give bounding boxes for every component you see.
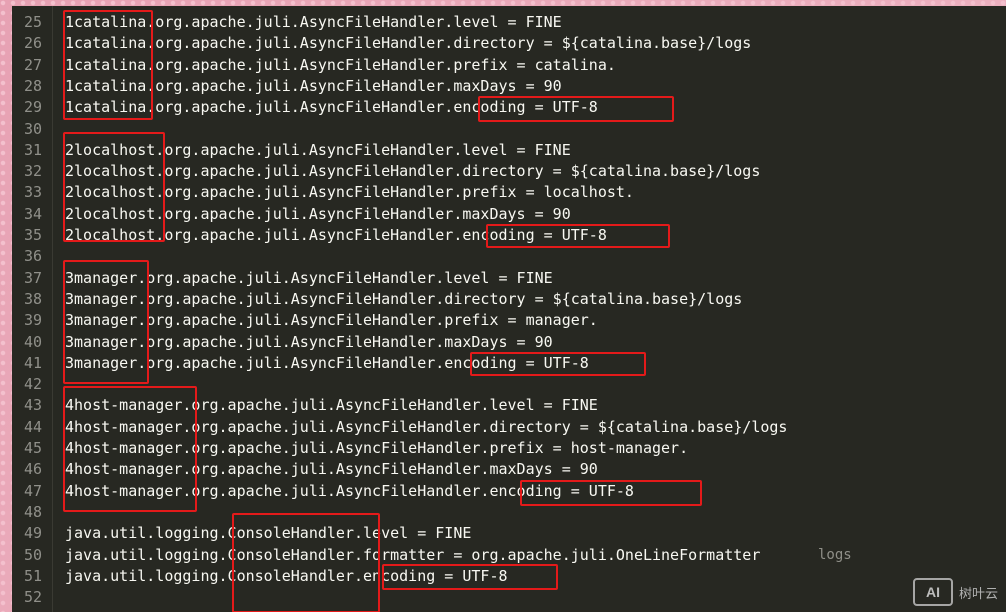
code-editor[interactable]: 25 1catalina.org.apache.juli.AsyncFileHan… — [12, 6, 1006, 612]
line-number: 34 — [23, 204, 42, 223]
line-number: 51 — [23, 566, 42, 585]
code-line[interactable]: 47 4host-manager.org.apache.juli.AsyncFil… — [12, 481, 1006, 502]
line-number: 50 — [23, 545, 42, 564]
line-number: 52 — [23, 588, 42, 607]
line-50-overflow-text: logs — [818, 546, 852, 563]
code-line[interactable]: 32 2localhost.org.apache.juli.AsyncFileHa… — [12, 161, 1006, 182]
code-line[interactable]: 51 java.util.logging.ConsoleHandler.encod… — [12, 566, 1006, 587]
code-line[interactable]: 39 3manager.org.apache.juli.AsyncFileHand… — [12, 310, 1006, 331]
code-text: 1catalina.org.apache.juli.AsyncFileHandl… — [65, 13, 562, 31]
code-line[interactable]: 45 4host-manager.org.apache.juli.AsyncFil… — [12, 438, 1006, 459]
code-line[interactable]: 38 3manager.org.apache.juli.AsyncFileHand… — [12, 289, 1006, 310]
code-line[interactable]: 26 1catalina.org.apache.juli.AsyncFileHan… — [12, 33, 1006, 54]
code-text: java.util.logging.ConsoleHandler.encodin… — [65, 566, 508, 585]
code-line[interactable]: 44 4host-manager.org.apache.juli.AsyncFil… — [12, 417, 1006, 438]
code-text: java.util.logging.ConsoleHandler.formatt… — [65, 545, 761, 564]
code-text: 2localhost.org.apache.juli.AsyncFileHand… — [65, 226, 607, 244]
code-text: 2localhost.org.apache.juli.AsyncFileHand… — [65, 204, 571, 223]
code-text: 4host-manager.org.apache.juli.AsyncFileH… — [65, 481, 634, 500]
code-text: 3manager.org.apache.juli.AsyncFileHandle… — [65, 311, 598, 330]
line-number: 35 — [23, 226, 42, 244]
code-text: java.util.logging.ConsoleHandler.level =… — [65, 524, 472, 543]
code-line[interactable]: 28 1catalina.org.apache.juli.AsyncFileHan… — [12, 76, 1006, 97]
code-line[interactable]: 42 — [12, 374, 1006, 395]
line-number: 40 — [23, 332, 42, 351]
code-line[interactable]: 52 — [12, 587, 1006, 608]
code-text: 4host-manager.org.apache.juli.AsyncFileH… — [65, 460, 598, 479]
code-line[interactable]: 30 — [12, 119, 1006, 140]
line-number: 25 — [23, 13, 42, 31]
code-text: 1catalina.org.apache.juli.AsyncFileHandl… — [65, 55, 616, 74]
code-line[interactable]: 40 3manager.org.apache.juli.AsyncFileHand… — [12, 332, 1006, 353]
line-number: 37 — [23, 268, 42, 287]
line-number: 28 — [23, 76, 42, 95]
code-text: 1catalina.org.apache.juli.AsyncFileHandl… — [65, 98, 598, 117]
code-line[interactable]: 37 3manager.org.apache.juli.AsyncFileHand… — [12, 268, 1006, 289]
code-line[interactable]: 35 2localhost.org.apache.juli.AsyncFileHa… — [12, 225, 1006, 246]
line-number: 30 — [23, 119, 42, 138]
line-number: 47 — [23, 481, 42, 500]
line-number: 38 — [23, 289, 42, 308]
code-line[interactable]: 48 — [12, 502, 1006, 523]
line-number: 27 — [23, 55, 42, 74]
code-text: 4host-manager.org.apache.juli.AsyncFileH… — [65, 396, 598, 415]
line-number: 32 — [23, 162, 42, 181]
line-number: 36 — [23, 247, 42, 266]
line-number: 45 — [23, 439, 42, 457]
line-number: 26 — [23, 34, 42, 53]
watermark-text: 树叶云 — [958, 585, 998, 601]
code-line[interactable]: 29 1catalina.org.apache.juli.AsyncFileHan… — [12, 97, 1006, 118]
code-line[interactable]: 31 2localhost.org.apache.juli.AsyncFileHa… — [12, 140, 1006, 161]
code-line[interactable]: 36 — [12, 246, 1006, 267]
code-text: 2localhost.org.apache.juli.AsyncFileHand… — [65, 162, 761, 181]
code-line[interactable]: 43 4host-manager.org.apache.juli.AsyncFil… — [12, 395, 1006, 416]
watermark: AI 树叶云 — [912, 578, 998, 606]
code-text: 2localhost.org.apache.juli.AsyncFileHand… — [65, 140, 571, 159]
code-line[interactable]: 33 2localhost.org.apache.juli.AsyncFileHa… — [12, 182, 1006, 203]
code-text: 4host-manager.org.apache.juli.AsyncFileH… — [65, 417, 788, 436]
line-number: 49 — [23, 524, 42, 543]
line-number: 46 — [23, 460, 42, 479]
code-line[interactable]: 50 java.util.logging.ConsoleHandler.forma… — [12, 545, 1006, 566]
line-number: 48 — [23, 502, 42, 521]
code-text: 3manager.org.apache.juli.AsyncFileHandle… — [65, 332, 553, 351]
line-number: 41 — [23, 353, 42, 372]
line-number: 44 — [23, 417, 42, 436]
code-text: 4host-manager.org.apache.juli.AsyncFileH… — [65, 439, 689, 457]
code-line[interactable]: 49 java.util.logging.ConsoleHandler.level… — [12, 523, 1006, 544]
code-line[interactable]: 46 4host-manager.org.apache.juli.AsyncFil… — [12, 459, 1006, 480]
code-text: 1catalina.org.apache.juli.AsyncFileHandl… — [65, 76, 562, 95]
code-line[interactable]: 27 1catalina.org.apache.juli.AsyncFileHan… — [12, 55, 1006, 76]
line-number: 29 — [23, 98, 42, 117]
code-text: 3manager.org.apache.juli.AsyncFileHandle… — [65, 289, 743, 308]
code-text: 3manager.org.apache.juli.AsyncFileHandle… — [65, 268, 553, 287]
line-number: 39 — [23, 311, 42, 330]
line-number: 42 — [23, 375, 42, 394]
code-text: 2localhost.org.apache.juli.AsyncFileHand… — [65, 183, 634, 202]
watermark-logo-icon: AI — [912, 578, 953, 606]
code-line[interactable]: 25 1catalina.org.apache.juli.AsyncFileHan… — [12, 12, 1006, 33]
code-line[interactable]: 41 3manager.org.apache.juli.AsyncFileHand… — [12, 353, 1006, 374]
line-number: 31 — [23, 140, 42, 159]
code-text: 1catalina.org.apache.juli.AsyncFileHandl… — [65, 34, 752, 53]
line-number: 43 — [23, 396, 42, 415]
code-line[interactable]: 34 2localhost.org.apache.juli.AsyncFileHa… — [12, 204, 1006, 225]
line-number: 33 — [23, 183, 42, 202]
code-text: 3manager.org.apache.juli.AsyncFileHandle… — [65, 353, 589, 372]
